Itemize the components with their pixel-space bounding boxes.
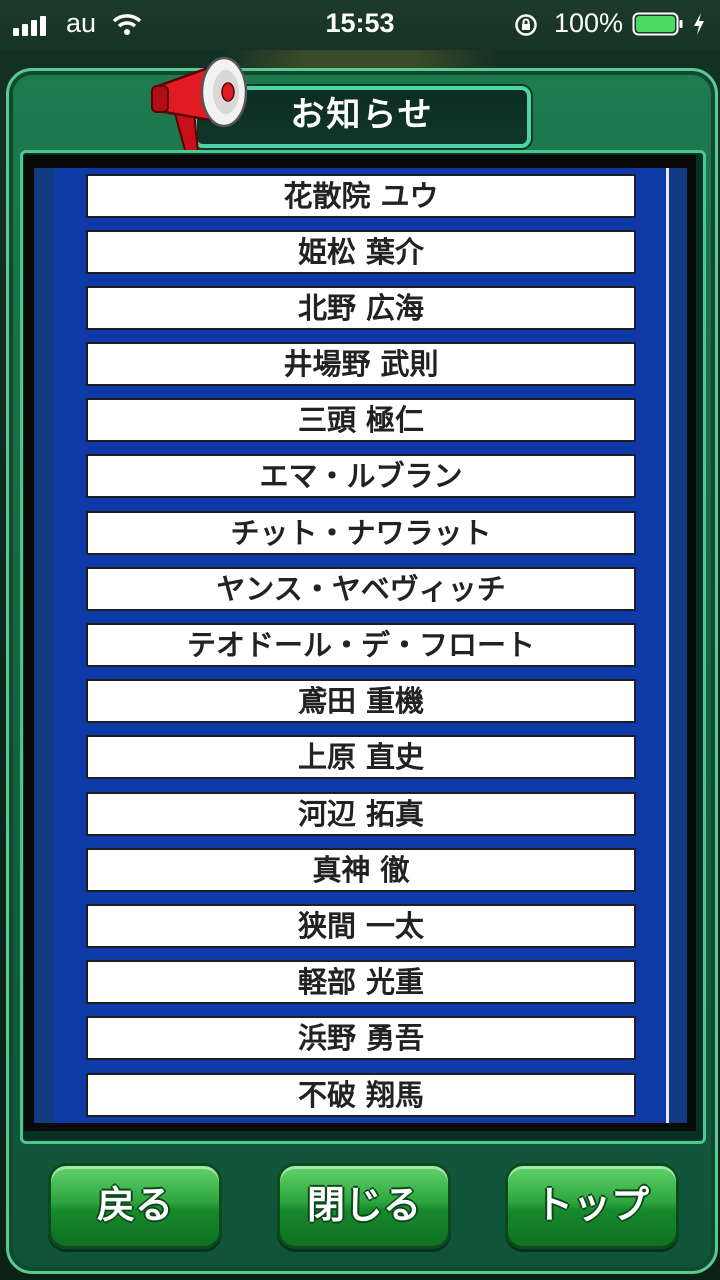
list-scrollbar[interactable] xyxy=(666,168,687,1123)
list-item[interactable]: 井場野 武則 xyxy=(86,342,636,386)
orientation-lock-icon xyxy=(515,14,537,36)
list-item[interactable]: 軽部 光重 xyxy=(86,960,636,1004)
list-item[interactable]: 三頭 極仁 xyxy=(86,398,636,442)
list-item[interactable]: エマ・ルブラン xyxy=(86,454,636,498)
close-button[interactable]: 閉じる xyxy=(277,1163,451,1249)
list-item[interactable]: 鳶田 重機 xyxy=(86,679,636,723)
list-item[interactable]: 真神 徹 xyxy=(86,848,636,892)
battery-percent: 100% xyxy=(554,8,624,38)
back-button[interactable]: 戻る xyxy=(48,1163,222,1249)
top-button[interactable]: トップ xyxy=(505,1163,679,1249)
list-item[interactable]: 姫松 葉介 xyxy=(86,230,636,274)
list-item[interactable]: 河辺 拓真 xyxy=(86,792,636,836)
list-side-left xyxy=(34,168,54,1123)
charging-icon xyxy=(694,13,704,35)
list-item[interactable]: チット・ナワラット xyxy=(86,511,636,555)
battery-icon xyxy=(632,12,683,36)
list-item[interactable]: テオドール・デ・フロート xyxy=(86,623,636,667)
list-item[interactable]: 不破 翔馬 xyxy=(86,1073,636,1117)
list-item[interactable]: ヤンス・ヤベヴィッチ xyxy=(86,567,636,611)
list-item[interactable]: 北野 広海 xyxy=(86,286,636,330)
list-item[interactable]: 上原 直史 xyxy=(86,735,636,779)
list-item[interactable]: 狭間 一太 xyxy=(86,904,636,948)
list-item[interactable]: 花散院 ユウ xyxy=(86,174,636,218)
list-item[interactable]: 浜野 勇吾 xyxy=(86,1016,636,1060)
status-bar: au 15:53 100% xyxy=(0,0,720,50)
megaphone-icon xyxy=(151,56,248,156)
